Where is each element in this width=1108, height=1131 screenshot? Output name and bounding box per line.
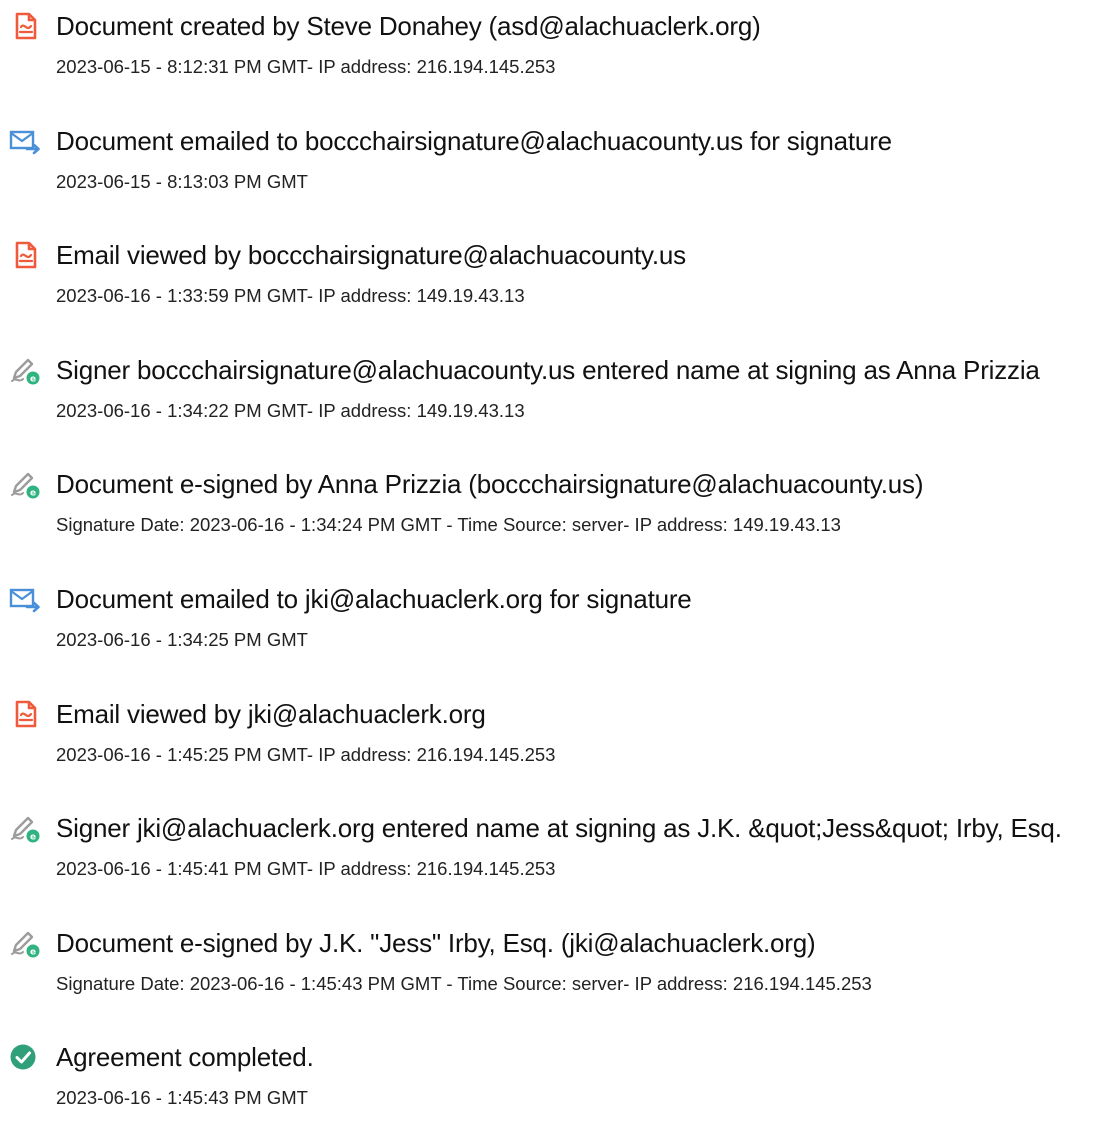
audit-entry: Email viewed by jki@alachuaclerk.org 202… (0, 688, 1108, 788)
entry-title: Signer boccchairsignature@alachuacounty.… (56, 355, 1040, 385)
pen-sign-icon: e (8, 354, 42, 386)
document-created-icon (8, 10, 42, 42)
pen-sign-icon: e (8, 468, 42, 500)
entry-title: Document e-signed by J.K. "Jess" Irby, E… (56, 928, 816, 958)
svg-text:e: e (30, 833, 36, 843)
email-sent-icon (8, 583, 42, 615)
entry-detail: 2023-06-16 - 1:45:25 PM GMT- IP address:… (56, 744, 556, 765)
audit-entry: e Document e-signed by Anna Prizzia (boc… (0, 458, 1108, 558)
audit-entry: Agreement completed. 2023-06-16 - 1:45:4… (0, 1031, 1108, 1131)
audit-entry: Document created by Steve Donahey (asd@a… (0, 0, 1108, 100)
entry-title: Document created by Steve Donahey (asd@a… (56, 11, 761, 41)
check-circle-icon (8, 1041, 42, 1073)
entry-detail: 2023-06-16 - 1:33:59 PM GMT- IP address:… (56, 285, 525, 306)
entry-title: Document emailed to jki@alachuaclerk.org… (56, 584, 692, 614)
audit-history-list: Document created by Steve Donahey (asd@a… (0, 0, 1108, 1110)
entry-title: Email viewed by jki@alachuaclerk.org (56, 699, 486, 729)
entry-detail: 2023-06-15 - 8:13:03 PM GMT (56, 171, 308, 192)
svg-text:e: e (30, 948, 36, 958)
entry-title: Agreement completed. (56, 1042, 314, 1072)
entry-detail: 2023-06-15 - 8:12:31 PM GMT- IP address:… (56, 56, 556, 77)
document-viewed-icon (8, 698, 42, 730)
entry-detail: 2023-06-16 - 1:34:25 PM GMT (56, 629, 308, 650)
svg-text:e: e (30, 489, 36, 499)
document-viewed-icon (8, 239, 42, 271)
entry-detail: Signature Date: 2023-06-16 - 1:34:24 PM … (56, 514, 841, 535)
entry-detail: Signature Date: 2023-06-16 - 1:45:43 PM … (56, 973, 872, 994)
audit-entry: Document emailed to jki@alachuaclerk.org… (0, 573, 1108, 673)
entry-title: Document emailed to boccchairsignature@a… (56, 126, 892, 156)
audit-entry: Document emailed to boccchairsignature@a… (0, 115, 1108, 215)
pen-sign-icon: e (8, 927, 42, 959)
email-sent-icon (8, 125, 42, 157)
pen-sign-icon: e (8, 812, 42, 844)
audit-entry: Email viewed by boccchairsignature@alach… (0, 229, 1108, 329)
entry-detail: 2023-06-16 - 1:45:43 PM GMT (56, 1087, 308, 1108)
audit-entry: e Document e-signed by J.K. "Jess" Irby,… (0, 917, 1108, 1017)
entry-detail: 2023-06-16 - 1:45:41 PM GMT- IP address:… (56, 858, 556, 879)
audit-entry: e Signer jki@alachuaclerk.org entered na… (0, 802, 1108, 902)
entry-detail: 2023-06-16 - 1:34:22 PM GMT- IP address:… (56, 400, 525, 421)
audit-entry: e Signer boccchairsignature@alachuacount… (0, 344, 1108, 444)
entry-title: Signer jki@alachuaclerk.org entered name… (56, 813, 1062, 843)
entry-title: Email viewed by boccchairsignature@alach… (56, 240, 686, 270)
svg-text:e: e (30, 375, 36, 385)
entry-title: Document e-signed by Anna Prizzia (boccc… (56, 469, 924, 499)
